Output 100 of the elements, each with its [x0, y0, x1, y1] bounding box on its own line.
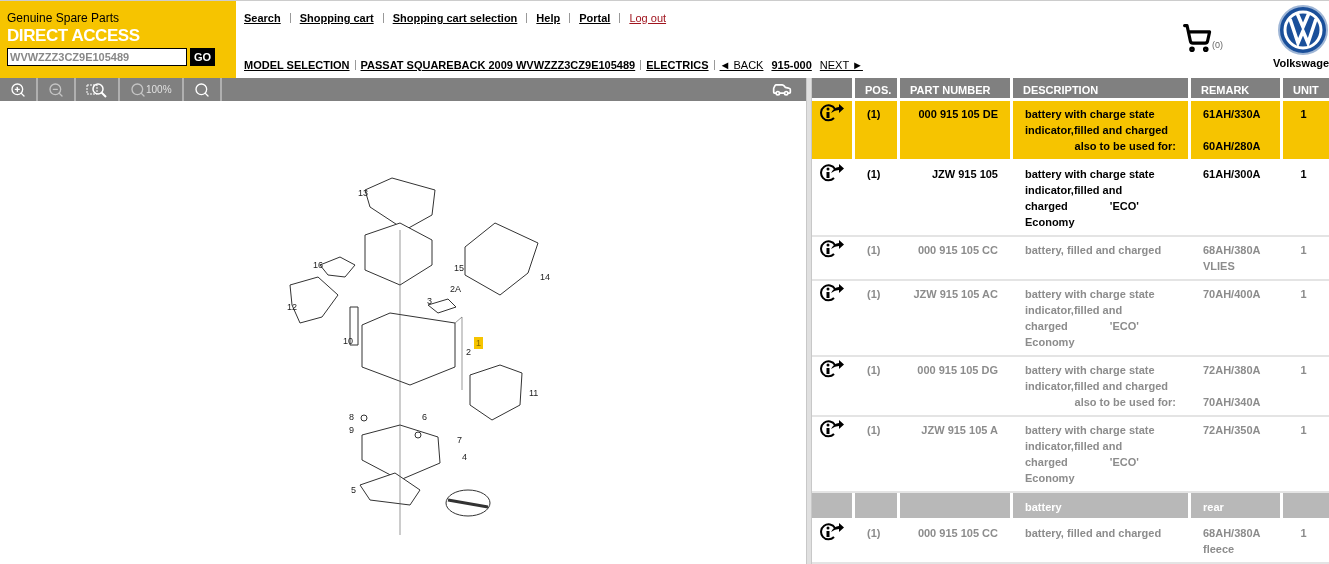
part-row[interactable]: (1) 000 915 105 CC battery, filled and charged 68AH/380A VLIES 1 [812, 237, 1329, 281]
breadcrumb-link[interactable]: MODEL SELECTION [244, 56, 350, 73]
remark-text: 68AH/380A [1203, 243, 1262, 258]
callout-label: 2 [465, 346, 472, 358]
position-text: (1) [867, 527, 881, 539]
info-arrow-icon[interactable] [820, 360, 844, 378]
breadcrumb-link[interactable]: ELECTRICS [646, 56, 709, 73]
nav-link[interactable]: Shopping cart [299, 10, 374, 27]
remark-text: 72AH/350A [1203, 423, 1262, 438]
description-text: indicator,filled and [1025, 303, 1123, 318]
description-text: charged [1025, 199, 1068, 214]
info-arrow-icon[interactable] [820, 420, 844, 438]
nav-link[interactable]: Shopping cart selection [392, 10, 518, 27]
callout-label: 3 [426, 295, 433, 307]
description-text: battery with charge state [1025, 363, 1155, 378]
logo-caption: Volkswage [1272, 56, 1329, 71]
vin-input-field[interactable]: WVWZZZ3CZ9E105489 [7, 48, 187, 66]
callout-label: 5 [350, 484, 357, 496]
part-row[interactable]: (1) 000 915 105 DE battery with charge state indicator,filled and charged also to be used for: 61AH/330A 60AH/280A 1 [812, 101, 1329, 161]
unit-text: 1 [1300, 168, 1307, 180]
part-row[interactable]: (1) JZW 915 105 AC battery with charge state indicator,filled and charged 'ECO' Economy 70AH/400A 1 [812, 281, 1329, 357]
callout-label: 1 [474, 337, 483, 349]
callout-label: 16 [312, 259, 324, 271]
part-row[interactable]: (1) 000 915 105 CC battery, filled and charged 68AH/380A fleece 1 [812, 520, 1329, 564]
cart-count: (0) [1211, 39, 1223, 52]
logout-link[interactable]: Log out [629, 10, 667, 27]
callout-label: 10 [342, 335, 354, 347]
brand-subtitle: Genuine Spare Parts [7, 11, 121, 25]
description-note: also to be used for: [1074, 395, 1176, 410]
callout-label: 7 [456, 434, 463, 446]
remark-text: 72AH/380A [1203, 363, 1262, 378]
zoom-out-icon [48, 81, 64, 98]
nav-link[interactable]: Search [244, 10, 281, 27]
zoom-area-icon [86, 81, 108, 98]
info-arrow-icon[interactable] [820, 240, 844, 258]
description-text: indicator,filled and [1025, 439, 1123, 454]
remark-text: 70AH/340A [1203, 395, 1262, 410]
description-text: indicator,filled and [1025, 183, 1123, 198]
remark-text: 70AH/400A [1203, 287, 1262, 302]
zoom-percent-label: 100% [146, 83, 172, 97]
breadcrumb-link[interactable]: PASSAT SQUAREBACK 2009 WVWZZZ3CZ9E105489 [360, 56, 636, 73]
description-text: battery with charge state [1025, 287, 1155, 302]
description-text: Economy [1025, 215, 1075, 230]
page-number: 915-000 [771, 57, 812, 73]
group-title: battery [1025, 501, 1062, 513]
info-arrow-icon[interactable] [820, 164, 844, 182]
go-button[interactable]: GO [190, 48, 216, 66]
next-link[interactable]: NEXT ► [819, 56, 863, 73]
callout-label: 13 [357, 187, 369, 199]
part-number: 000 915 105 DE [918, 108, 998, 120]
callout-label: 15 [453, 262, 465, 274]
description-text: indicator,filled and charged [1025, 379, 1169, 394]
callout-label: 2A [449, 283, 462, 295]
callout-label: 4 [461, 451, 468, 463]
part-row[interactable]: (1) JZW 915 105 A battery with charge state indicator,filled and charged 'ECO' Economy 72AH/350A 1 [812, 417, 1329, 493]
column-header: REMARK [1191, 78, 1283, 99]
info-arrow-icon[interactable] [820, 523, 844, 541]
position-text: (1) [867, 108, 881, 120]
unit-text: 1 [1300, 527, 1307, 539]
unit-text: 1 [1300, 108, 1307, 120]
part-number: 000 915 105 CC [917, 527, 998, 539]
description-text: Economy [1025, 471, 1075, 486]
nav-link[interactable]: Portal [579, 10, 611, 27]
remark-text: 68AH/380A [1203, 526, 1262, 541]
search-icon [193, 81, 210, 98]
info-arrow-icon[interactable] [820, 104, 844, 122]
description-text: charged [1025, 455, 1068, 470]
part-row[interactable]: (1) 000 915 105 DG battery with charge state indicator,filled and charged also to be used for: 72AH/380A 70AH/340A 1 [812, 357, 1329, 417]
callout-label: 12 [286, 301, 298, 313]
description-text: charged [1025, 319, 1068, 334]
description-tag: 'ECO' [1109, 454, 1139, 470]
part-row[interactable]: (1) JZW 915 105 battery with charge state indicator,filled and charged 'ECO' Economy 61AH/300A 1 [812, 161, 1329, 237]
callout-label: 14 [539, 271, 551, 283]
cart-icon[interactable] [1181, 23, 1212, 53]
description-text: battery, filled and charged [1025, 243, 1162, 258]
column-header: PART NUMBER [900, 78, 1013, 99]
description-text: battery, filled and charged [1025, 526, 1162, 541]
part-number: 000 915 105 DG [917, 364, 998, 376]
part-number: 000 915 105 CC [917, 244, 998, 256]
part-number: JZW 915 105 [931, 168, 998, 180]
remark-text: VLIES [1203, 259, 1236, 274]
callout-label: 6 [421, 411, 428, 423]
description-tag: 'ECO' [1109, 318, 1139, 334]
position-text: (1) [867, 424, 881, 436]
column-header: UNIT [1292, 83, 1320, 98]
info-arrow-icon[interactable] [820, 284, 844, 302]
remark-text: 61AH/330A [1203, 107, 1262, 122]
callout-label: 11 [528, 387, 540, 399]
remark-text: 60AH/280A [1203, 139, 1262, 154]
nav-link[interactable]: Help [536, 10, 561, 27]
position-text: (1) [867, 244, 881, 256]
column-header: DESCRIPTION [1013, 78, 1191, 99]
group-remark: rear [1203, 501, 1224, 513]
remark-text: 61AH/300A [1203, 167, 1262, 182]
description-text: battery with charge state [1025, 167, 1155, 182]
callout-label: 8 [348, 411, 355, 423]
part-number: JZW 915 105 A [921, 424, 998, 436]
description-note: also to be used for: [1074, 139, 1176, 154]
brand-title: DIRECT ACCESS [7, 25, 141, 47]
back-link[interactable]: ◄ BACK [719, 56, 764, 73]
